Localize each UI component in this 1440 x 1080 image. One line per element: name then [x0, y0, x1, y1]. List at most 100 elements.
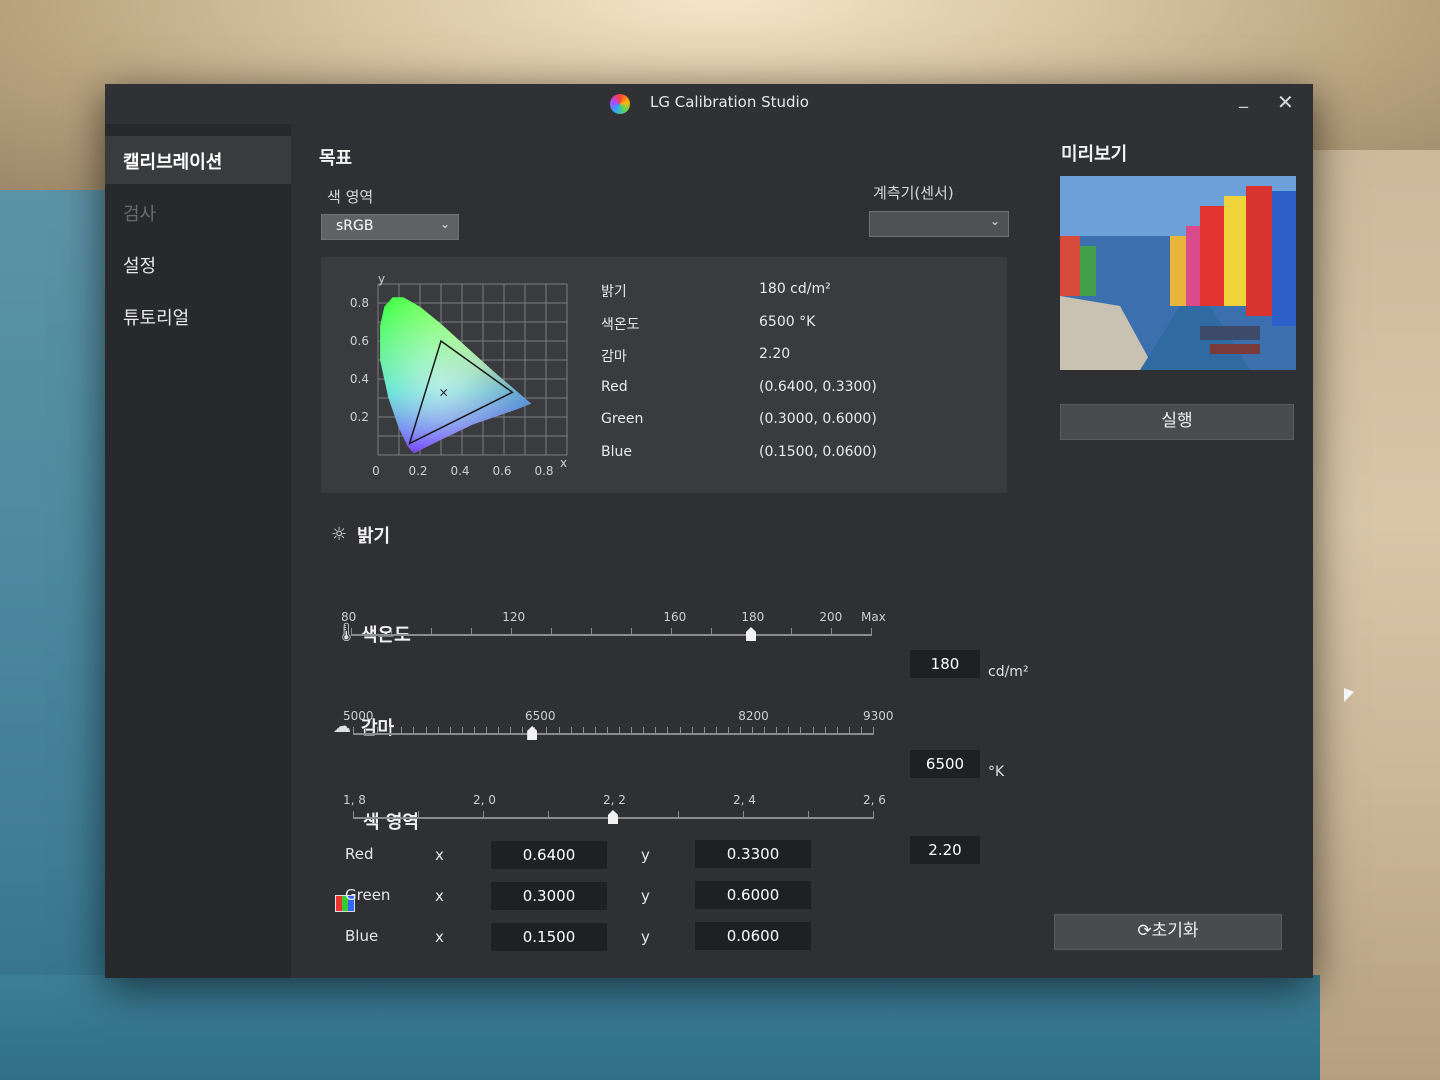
slider-tick-mark [389, 727, 391, 735]
gamut-x-input[interactable]: 0.3000 [491, 882, 607, 910]
slider-tick-mark [739, 727, 741, 735]
slider-tick-mark [678, 811, 679, 819]
slider-tick-mark [671, 628, 672, 636]
slider-track[interactable] [351, 634, 871, 636]
title-bar[interactable]: LG Calibration Studio _ ✕ [105, 84, 1313, 124]
slider-tick-mark [594, 727, 596, 735]
slider-tick-mark [764, 727, 766, 735]
slider-tick-mark [558, 727, 560, 735]
slider-track[interactable] [353, 733, 873, 735]
spec-value: (0.1500, 0.0600) [759, 443, 877, 460]
spec-label: Green [601, 411, 644, 427]
sidebar-item-label: 검사 [123, 204, 157, 225]
slider-tick-mark [631, 628, 632, 636]
slider-tick-mark [401, 727, 403, 735]
window-title: LG Calibration Studio [650, 93, 809, 111]
sidebar-item-settings[interactable]: 설정 [105, 240, 291, 288]
slider-tick-mark [365, 727, 367, 735]
gamut-y-input[interactable]: 0.6000 [695, 881, 811, 909]
slider-thumb[interactable] [527, 726, 538, 740]
main-panel: 목표 색 영역 sRGB ⌄ 계측기(센서) ⌄ × y x 0 0.2 0.4… [291, 124, 1035, 978]
gamma-value-box[interactable]: 2.20 [910, 836, 980, 864]
slider-tick-mark [679, 727, 681, 735]
slider-tick-mark [667, 727, 669, 735]
run-button[interactable]: 실행 [1060, 404, 1294, 440]
gamut-select-label: 색 영역 [327, 188, 374, 206]
target-summary-box: × y x 0 0.2 0.4 0.6 0.8 0.8 0.6 0.4 0.2 밝기 180 c… [321, 257, 1007, 493]
gamut-y-input[interactable]: 0.0600 [695, 922, 811, 950]
slider-tick-mark [431, 628, 432, 636]
slider-tick-mark [619, 727, 621, 735]
slider-tick-mark [791, 628, 792, 636]
minimize-button[interactable]: _ [1239, 88, 1248, 109]
spectral-locus-white [380, 297, 532, 454]
slider-tick-mark [711, 628, 712, 636]
slider-thumb[interactable] [746, 627, 756, 641]
slider-tick-mark [591, 628, 592, 636]
sensor-select[interactable]: ⌄ [869, 211, 1009, 237]
y-tick-label: 0.6 [350, 334, 369, 348]
slider-tick-mark [800, 727, 802, 735]
gamut-x-input[interactable]: 0.6400 [491, 841, 607, 869]
sun-icon: ☼ [331, 524, 348, 545]
slider-tick-label: 2, 0 [473, 793, 496, 807]
slider-tick-mark [631, 727, 633, 735]
spec-label: Red [601, 378, 628, 395]
slider-tick-mark [812, 727, 814, 735]
gamut-y-label: y [641, 928, 650, 946]
slider-tick-mark [418, 811, 419, 819]
x-tick-label: 0.6 [492, 464, 511, 478]
slider-tick-label: 2, 4 [733, 793, 756, 807]
slider-tick-mark [808, 811, 809, 819]
x-axis-label: x [560, 456, 567, 470]
slider-tick-mark [413, 727, 415, 735]
slider-tick-label: 2, 6 [863, 793, 886, 807]
x-tick-label: 0.2 [408, 464, 427, 478]
reset-button-label: 초기화 [1151, 921, 1199, 941]
desktop-sea-bottom [0, 975, 1320, 1080]
slider-tick-mark [449, 727, 451, 735]
gamut-y-label: y [641, 887, 650, 905]
preview-image [1060, 176, 1296, 370]
gamut-x-input[interactable]: 0.1500 [491, 923, 607, 951]
slider-tick-mark [752, 727, 754, 735]
spec-label: Blue [601, 443, 632, 460]
close-button[interactable]: ✕ [1277, 90, 1294, 114]
y-axis-label: y [378, 272, 385, 286]
slider-tick-label: 80 [341, 610, 357, 624]
color-temp-value-box[interactable]: 6500 [910, 750, 980, 778]
sidebar-item-tutorial[interactable]: 튜토리얼 [105, 292, 291, 340]
sidebar-item-label: 튜토리얼 [123, 308, 190, 329]
slider-tick-mark [546, 727, 548, 735]
gamut-heading: 색 영역 [363, 812, 419, 833]
slider-tick-label: 1, 8 [343, 793, 366, 807]
slider-tick-mark [715, 727, 717, 735]
brightness-value-box[interactable]: 180 [910, 650, 980, 678]
sensor-select-label: 계측기(센서) [873, 184, 954, 202]
cie-chromaticity-chart: × y x 0 0.2 0.4 0.6 0.8 0.8 0.6 0.4 0.2 [350, 272, 568, 478]
slider-tick-mark [691, 727, 693, 735]
refresh-icon: ⟳ [1137, 921, 1152, 941]
slider-tick-mark [873, 811, 874, 819]
slider-thumb[interactable] [608, 810, 618, 824]
slider-tick-label: 9300 [863, 709, 894, 723]
slider-tick-mark [473, 727, 475, 735]
color-temp-unit: °K [988, 764, 1005, 780]
slider-tick-mark [483, 811, 484, 819]
canal-houses-picture [1060, 176, 1296, 370]
target-heading: 목표 [319, 148, 353, 169]
sidebar-item-calibration[interactable]: 캘리브레이션 [105, 136, 291, 184]
gamut-x-label: x [435, 846, 444, 864]
spec-label: 감마 [601, 349, 627, 365]
slider-tick-mark [743, 811, 744, 819]
gamut-y-input[interactable]: 0.3300 [695, 840, 811, 868]
slider-tick-mark [655, 727, 657, 735]
slider-tick-mark [582, 727, 584, 735]
slider-tick-mark [471, 628, 472, 636]
spec-value: 2.20 [759, 346, 791, 362]
gamut-select[interactable]: sRGB ⌄ [321, 214, 459, 240]
reset-button[interactable]: ⟳초기화 [1054, 914, 1282, 950]
slider-tick-mark [873, 727, 874, 735]
white-point-mark: × [439, 385, 449, 399]
slider-tick-mark [643, 727, 645, 735]
